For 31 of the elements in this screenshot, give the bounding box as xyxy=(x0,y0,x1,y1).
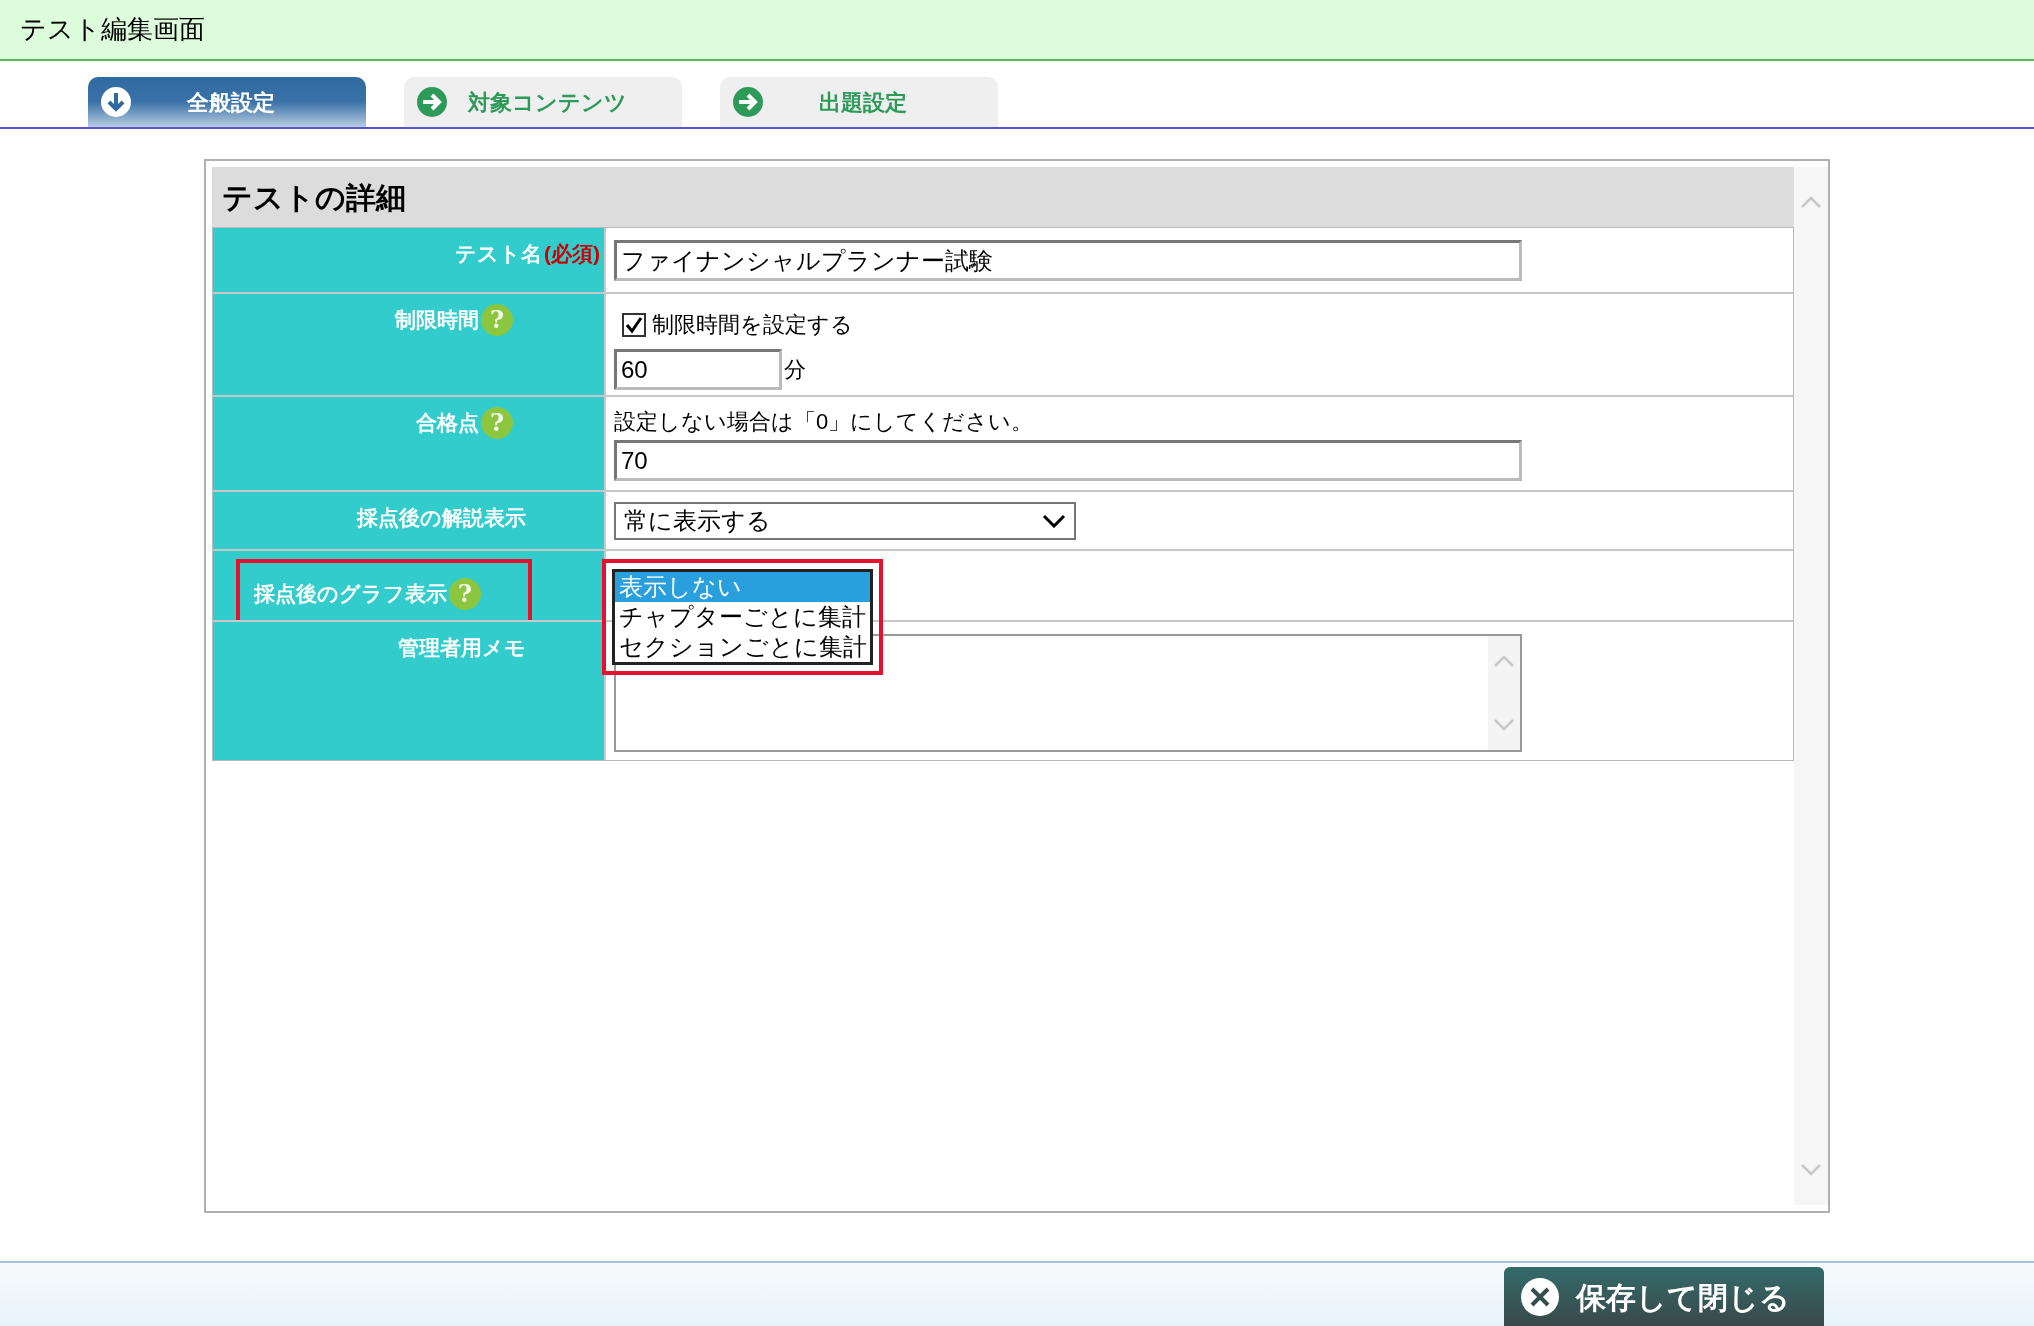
arrow-right-circle-icon xyxy=(416,86,448,118)
field-label: 管理者用メモ xyxy=(398,635,526,661)
field-label: テスト名 xyxy=(455,241,542,267)
field-label: 採点後のグラフ表示 xyxy=(254,581,447,608)
scroll-up-icon[interactable] xyxy=(1493,654,1515,668)
checkbox[interactable] xyxy=(622,312,646,337)
chevron-down-icon xyxy=(1042,514,1066,528)
scroll-up-icon[interactable] xyxy=(1800,195,1822,209)
arrow-right-circle-icon xyxy=(732,86,764,118)
minutes-field[interactable]: 60 xyxy=(614,349,782,390)
memo-area[interactable] xyxy=(614,634,1522,752)
scroll-down-icon[interactable] xyxy=(1493,718,1515,732)
hint-text: 設定しない場合は「0」にしてください。 xyxy=(614,408,1035,436)
checkbox-label: 制限時間を設定する xyxy=(652,311,853,339)
list-box[interactable]: 表示しない チャプターごとに集計 セクションごとに集計 xyxy=(612,569,873,665)
score-field[interactable]: 70 xyxy=(614,440,1522,481)
field-label: 制限時間 xyxy=(395,307,479,334)
field-label: 合格点 xyxy=(416,410,479,437)
unit-label: 分 xyxy=(784,356,806,384)
dropdown[interactable]: 常に表示する xyxy=(614,502,1076,540)
close-icon xyxy=(1520,1277,1560,1317)
required-mark: (必須) xyxy=(544,241,600,267)
section-title: テストの詳細 xyxy=(222,179,406,216)
tab[interactable]: 全般設定 xyxy=(88,77,366,127)
text-field[interactable]: ファイナンシャルプランナー試験 xyxy=(614,240,1522,281)
scroll-down-icon[interactable] xyxy=(1800,1163,1822,1177)
scrollbar[interactable] xyxy=(1794,167,1828,1205)
arrow-down-circle-icon xyxy=(100,86,132,118)
save-and-close-button[interactable]: 保存して閉じる xyxy=(1504,1267,1824,1326)
window-title: テスト編集画面 xyxy=(20,13,205,46)
field-label: 採点後の解説表示 xyxy=(357,505,526,531)
